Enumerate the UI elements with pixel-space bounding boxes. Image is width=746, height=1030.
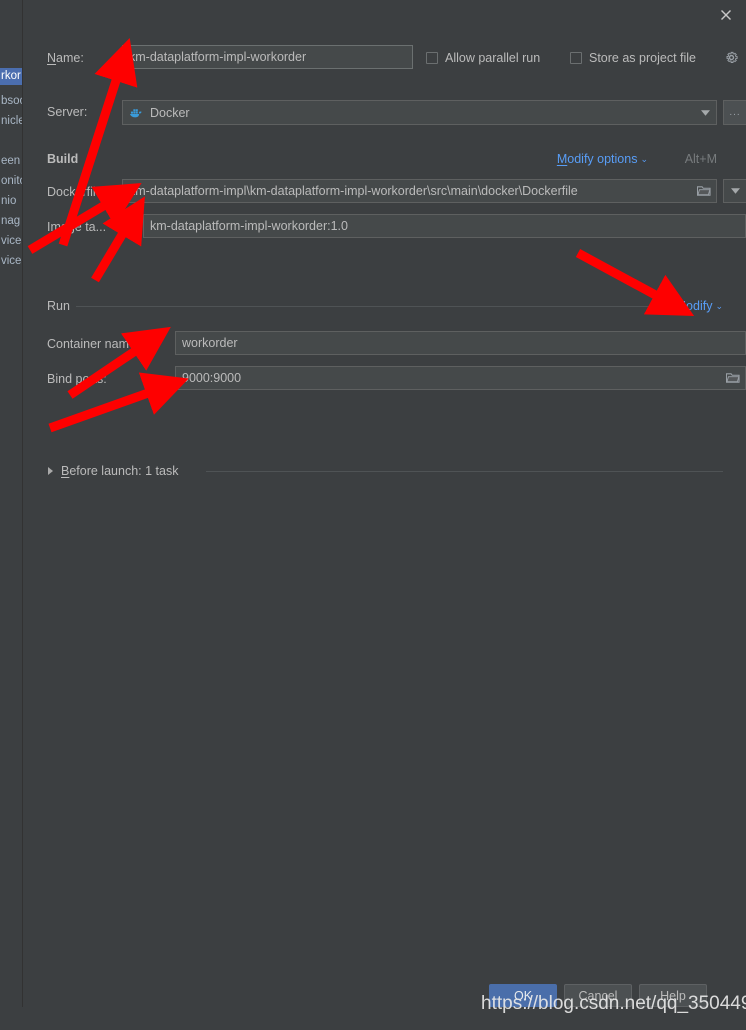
allow-parallel-run-label: Allow parallel run	[445, 51, 541, 65]
server-dropdown[interactable]: Docker	[122, 100, 717, 125]
dialog-titlebar	[23, 0, 746, 30]
store-as-project-file-label: Store as project file	[589, 51, 696, 65]
container-name-row: Container nam workorder	[23, 331, 746, 357]
gear-icon[interactable]	[724, 50, 739, 65]
image-tag-row: Image ta... km-dataplatform-impl-workord…	[23, 214, 746, 240]
before-launch-row[interactable]: Before launch: 1 task	[23, 462, 746, 480]
chevron-down-icon[interactable]	[694, 101, 716, 124]
section-divider	[76, 306, 669, 307]
server-row: Server: Docker ...	[23, 100, 746, 126]
checkbox-box[interactable]	[426, 52, 438, 64]
container-name-input[interactable]: workorder	[175, 331, 746, 355]
help-button[interactable]: Help	[639, 984, 707, 1007]
triangle-right-icon[interactable]	[48, 467, 53, 475]
name-row: Name: km-dataplatform-impl-workorder All…	[23, 45, 746, 71]
build-section-header: Build Modify options ⌄ Alt+M	[23, 150, 746, 168]
image-tag-input[interactable]: km-dataplatform-impl-workorder:1.0	[143, 214, 746, 238]
tree-item[interactable]: viced	[0, 233, 22, 250]
dockerfile-input[interactable]: km-dataplatform-impl\km-dataplatform-imp…	[123, 180, 691, 202]
tree-item[interactable]: nicle	[0, 113, 22, 130]
folder-icon[interactable]	[691, 180, 716, 202]
name-label: Name:	[47, 51, 84, 65]
build-section-title: Build	[47, 150, 86, 168]
tree-item[interactable]: nio	[0, 193, 22, 210]
image-tag-label: Image ta...	[47, 220, 107, 234]
bind-ports-row: Bind ports: 9000:9000	[23, 366, 746, 392]
ok-button[interactable]: OK	[489, 984, 557, 1007]
tree-item[interactable]: een	[0, 153, 22, 170]
tree-item[interactable]: nag	[0, 213, 22, 230]
close-icon[interactable]	[713, 3, 739, 27]
modify-options-link[interactable]: Modify options ⌄	[556, 150, 648, 168]
server-browse-button[interactable]: ...	[723, 100, 746, 125]
run-section-header: Run Modify ⌄	[23, 297, 746, 315]
status-bar	[0, 1007, 746, 1030]
bind-ports-input[interactable]: 9000:9000	[176, 367, 720, 389]
allow-parallel-run-checkbox[interactable]: Allow parallel run	[426, 45, 540, 71]
dockerfile-row: Dockerfile: km-dataplatform-impl\km-data…	[23, 179, 746, 205]
modify-link[interactable]: Modify ⌄	[675, 297, 723, 315]
project-tree-sidebar[interactable]: rkor bsoc nicle een onito nio nag viced …	[0, 0, 22, 975]
folder-icon[interactable]	[720, 367, 745, 389]
tree-item[interactable]: bsoc	[0, 93, 22, 110]
bind-ports-input-wrapper[interactable]: 9000:9000	[175, 366, 746, 390]
tree-item[interactable]: vicer	[0, 253, 22, 270]
dialog-footer: OK Cancel Help	[23, 984, 746, 1007]
cancel-button[interactable]: Cancel	[564, 984, 632, 1007]
store-as-project-file-checkbox[interactable]: Store as project file	[570, 45, 696, 71]
tree-item[interactable]: onito	[0, 173, 22, 190]
before-launch-label: Before launch: 1 task	[61, 462, 186, 480]
docker-run-configuration-dialog: Name: km-dataplatform-impl-workorder All…	[22, 0, 746, 1007]
dockerfile-history-dropdown[interactable]	[723, 179, 746, 203]
modify-options-shortcut: Alt+M	[684, 150, 717, 168]
name-input[interactable]: km-dataplatform-impl-workorder	[122, 45, 413, 69]
server-value: Docker	[150, 105, 190, 120]
tree-item[interactable]: rkor	[0, 68, 22, 85]
docker-icon	[129, 106, 144, 119]
server-label: Server:	[47, 105, 88, 119]
dockerfile-label: Dockerfile:	[47, 185, 107, 199]
checkbox-box[interactable]	[570, 52, 582, 64]
dockerfile-input-wrapper[interactable]: km-dataplatform-impl\km-dataplatform-imp…	[122, 179, 717, 203]
run-section-title: Run	[47, 297, 77, 315]
section-divider	[206, 471, 723, 472]
container-name-label: Container nam	[47, 337, 129, 351]
bind-ports-label: Bind ports:	[47, 372, 107, 386]
